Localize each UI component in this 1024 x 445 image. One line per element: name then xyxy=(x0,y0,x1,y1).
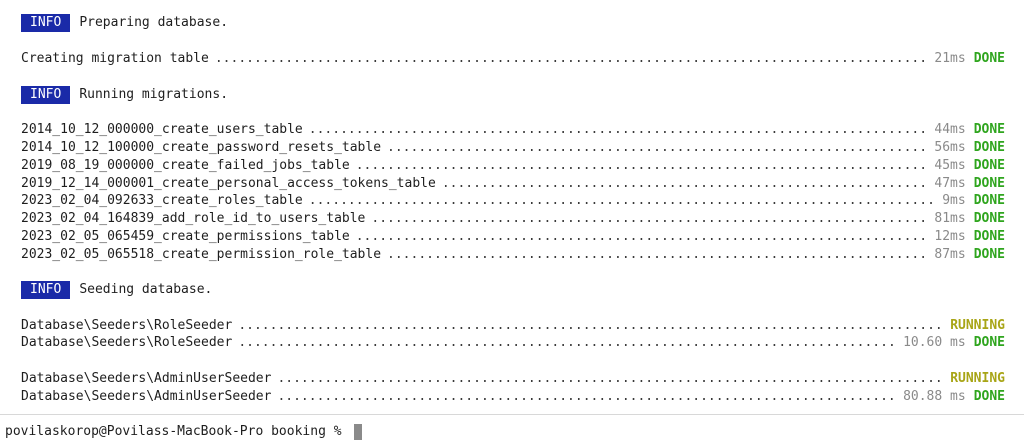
info-badge: INFO xyxy=(21,14,71,32)
migration-label: 2023_02_04_092633_create_roles_table xyxy=(21,193,303,208)
seeder-label: Database\Seeders\AdminUserSeeder xyxy=(21,371,272,386)
seeder-status: DONE xyxy=(973,335,1005,350)
info-badge: INFO xyxy=(21,86,71,104)
shell-prompt[interactable]: povilaskorop@Povilass-MacBook-Pro bookin… xyxy=(5,423,363,441)
migration-label: 2014_10_12_000000_create_users_table xyxy=(21,122,303,137)
dot-leader xyxy=(371,210,928,228)
migration-timing: 56ms xyxy=(934,140,966,155)
dot-leader xyxy=(277,370,944,388)
dot-leader xyxy=(309,121,929,139)
dot-leader xyxy=(215,50,929,68)
seeder-label: Database\Seeders\RoleSeeder xyxy=(21,335,233,350)
migration-label: 2014_10_12_100000_create_password_resets… xyxy=(21,140,382,155)
info-line-preparing: INFO Preparing database. xyxy=(21,14,1005,32)
migration-status: DONE xyxy=(973,211,1005,226)
migration-timing: 12ms xyxy=(934,229,966,244)
migration-row: 2023_02_04_164839_add_role_id_to_users_t… xyxy=(21,210,1005,228)
migration-status: DONE xyxy=(973,193,1005,208)
info-text: Seeding database. xyxy=(79,282,213,297)
migration-status: DONE xyxy=(973,140,1005,155)
seeder-status: RUNNING xyxy=(950,371,1005,386)
task-label: Creating migration table xyxy=(21,51,209,66)
task-timing: 21ms xyxy=(934,51,966,66)
migration-timing: 44ms xyxy=(934,122,966,137)
migration-status: DONE xyxy=(973,122,1005,137)
migration-row: 2019_12_14_000001_create_personal_access… xyxy=(21,175,1005,193)
info-text: Running migrations. xyxy=(79,87,229,102)
migration-status: DONE xyxy=(973,247,1005,262)
dot-leader xyxy=(387,246,928,264)
migration-timing: 81ms xyxy=(934,211,966,226)
info-text: Preparing database. xyxy=(79,15,229,30)
seeder-row: Database\Seeders\RoleSeeder RUNNING xyxy=(21,317,1005,335)
migration-status: DONE xyxy=(973,158,1005,173)
prompt-text: povilaskorop@Povilass-MacBook-Pro bookin… xyxy=(5,424,350,439)
migration-timing: 87ms xyxy=(934,247,966,262)
seeder-timing: 10.60 ms xyxy=(903,335,966,350)
dot-leader xyxy=(442,175,929,193)
migration-status: DONE xyxy=(973,229,1005,244)
migration-row: 2023_02_04_092633_create_roles_table 9ms… xyxy=(21,192,1005,210)
seeder-label: Database\Seeders\AdminUserSeeder xyxy=(21,389,272,404)
seeder-row: Database\Seeders\AdminUserSeeder 80.88 m… xyxy=(21,388,1005,406)
info-line-migrations: INFO Running migrations. xyxy=(21,86,1005,104)
migration-row: 2014_10_12_100000_create_password_resets… xyxy=(21,139,1005,157)
dot-leader xyxy=(356,228,929,246)
migration-label: 2019_08_19_000000_create_failed_jobs_tab… xyxy=(21,158,350,173)
migration-row: 2014_10_12_000000_create_users_table 44m… xyxy=(21,121,1005,139)
seeder-row: Database\Seeders\RoleSeeder 10.60 ms DON… xyxy=(21,334,1005,352)
divider xyxy=(0,414,1024,415)
dot-leader xyxy=(238,317,944,335)
migration-row: 2023_02_05_065459_create_permissions_tab… xyxy=(21,228,1005,246)
migration-row: 2023_02_05_065518_create_permission_role… xyxy=(21,246,1005,264)
info-badge: INFO xyxy=(21,281,71,299)
migration-timing: 9ms xyxy=(942,193,966,208)
dot-leader xyxy=(309,192,936,210)
migration-status: DONE xyxy=(973,176,1005,191)
seeder-row: Database\Seeders\AdminUserSeeder RUNNING xyxy=(21,370,1005,388)
migration-label: 2023_02_04_164839_add_role_id_to_users_t… xyxy=(21,211,366,226)
seeder-label: Database\Seeders\RoleSeeder xyxy=(21,318,233,333)
migration-label: 2023_02_05_065459_create_permissions_tab… xyxy=(21,229,350,244)
text-cursor[interactable] xyxy=(354,424,363,440)
migration-timing: 45ms xyxy=(934,158,966,173)
seeder-status: RUNNING xyxy=(950,318,1005,333)
task-status: DONE xyxy=(973,51,1005,66)
migration-row: 2019_08_19_000000_create_failed_jobs_tab… xyxy=(21,157,1005,175)
task-row: Creating migration table 21ms DONE xyxy=(21,50,1005,68)
seeder-status: DONE xyxy=(973,389,1005,404)
migration-label: 2023_02_05_065518_create_permission_role… xyxy=(21,247,382,262)
dot-leader xyxy=(277,388,897,406)
dot-leader xyxy=(238,334,897,352)
terminal-output[interactable]: INFO Preparing database. Creating migrat… xyxy=(0,0,1024,445)
migration-timing: 47ms xyxy=(934,176,966,191)
info-line-seeding: INFO Seeding database. xyxy=(21,281,1005,299)
seeder-timing: 80.88 ms xyxy=(903,389,966,404)
dot-leader xyxy=(387,139,928,157)
dot-leader xyxy=(356,157,929,175)
migration-label: 2019_12_14_000001_create_personal_access… xyxy=(21,176,436,191)
